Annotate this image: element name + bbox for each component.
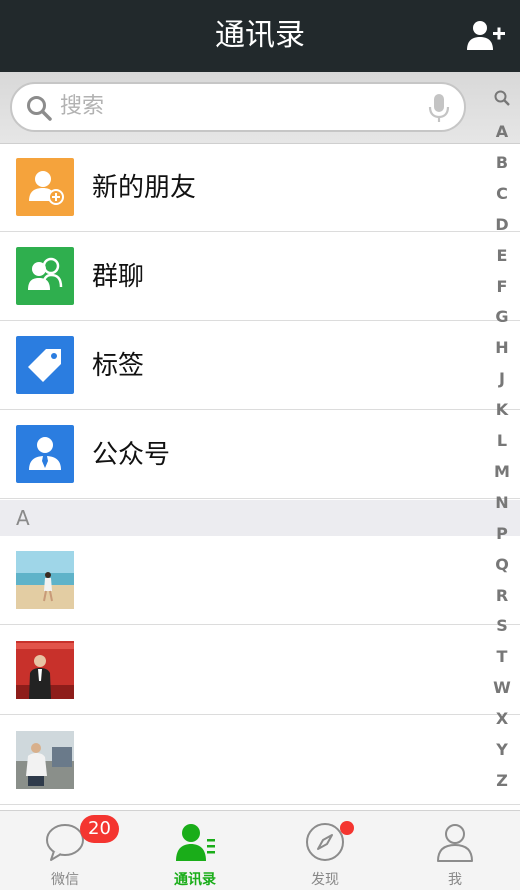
alphabet-index[interactable]: ABCDEFGHJKLMNPQRSTWXYZ [484, 86, 520, 796]
group-chat-label: 群聊 [92, 262, 145, 292]
tab-bar: 20 微信 通讯录 发现 我 [0, 810, 520, 890]
search-icon [27, 96, 52, 121]
tags-label: 标签 [92, 351, 145, 381]
photo-banner-avatar [16, 641, 74, 699]
photo-beach-avatar [16, 551, 74, 609]
index-letter-m[interactable]: M [484, 461, 520, 483]
tab-chats[interactable]: 20 微信 [0, 811, 130, 890]
tab-me-label: 我 [448, 872, 462, 888]
index-letter-l[interactable]: L [484, 430, 520, 452]
contacts-icon [176, 824, 215, 861]
official-accounts-label: 公众号 [92, 440, 171, 470]
index-letter-j[interactable]: J [484, 368, 520, 390]
navigation-bar: 通讯录 [0, 0, 520, 72]
search-input[interactable]: 搜索 [10, 82, 466, 132]
index-letter-r[interactable]: R [484, 585, 520, 607]
tag-icon [16, 336, 74, 394]
index-letter-h[interactable]: H [484, 337, 520, 359]
tab-me[interactable]: 我 [390, 811, 520, 890]
tab-discover[interactable]: 发现 [260, 811, 390, 890]
index-letter-y[interactable]: Y [484, 739, 520, 761]
index-letter-c[interactable]: C [484, 183, 520, 205]
official-accounts-item[interactable]: 公众号 [0, 411, 520, 499]
contact-row[interactable] [0, 536, 520, 625]
new-friend-icon [16, 158, 74, 216]
index-search-icon[interactable] [494, 90, 510, 106]
tab-contacts-label: 通讯录 [174, 872, 216, 888]
tab-discover-label: 发现 [311, 872, 339, 888]
page-title: 通讯录 [215, 18, 305, 53]
new-friends-item[interactable]: 新的朋友 [0, 144, 520, 232]
index-letter-t[interactable]: T [484, 646, 520, 668]
index-letter-x[interactable]: X [484, 708, 520, 730]
index-letter-g[interactable]: G [484, 306, 520, 328]
index-letter-p[interactable]: P [484, 523, 520, 545]
index-letter-k[interactable]: K [484, 399, 520, 421]
contact-row[interactable] [0, 716, 520, 805]
microphone-icon[interactable] [428, 93, 450, 123]
search-placeholder: 搜索 [60, 94, 105, 119]
section-header: A [0, 500, 520, 536]
new-content-dot [340, 821, 354, 835]
index-letter-a[interactable]: A [484, 121, 520, 143]
tab-contacts[interactable]: 通讯录 [130, 811, 260, 890]
tab-chats-label: 微信 [51, 872, 79, 888]
group-chat-icon [16, 247, 74, 305]
unread-badge: 20 [80, 815, 119, 843]
index-letter-f[interactable]: F [484, 276, 520, 298]
index-letter-w[interactable]: W [484, 677, 520, 699]
index-letter-d[interactable]: D [484, 214, 520, 236]
official-account-icon [16, 425, 74, 483]
person-icon [437, 824, 473, 862]
search-bar-container: 搜索 [0, 72, 520, 144]
tags-item[interactable]: 标签 [0, 322, 520, 410]
index-letter-s[interactable]: S [484, 615, 520, 637]
new-friends-label: 新的朋友 [92, 173, 197, 203]
index-letter-n[interactable]: N [484, 492, 520, 514]
add-contact-icon[interactable] [466, 18, 506, 54]
contact-row[interactable] [0, 626, 520, 715]
index-letter-e[interactable]: E [484, 245, 520, 267]
photo-outdoor-avatar [16, 731, 74, 789]
index-letter-z[interactable]: Z [484, 770, 520, 792]
index-letter-q[interactable]: Q [484, 554, 520, 576]
group-chat-item[interactable]: 群聊 [0, 233, 520, 321]
section-letter: A [16, 506, 30, 530]
index-letter-b[interactable]: B [484, 152, 520, 174]
